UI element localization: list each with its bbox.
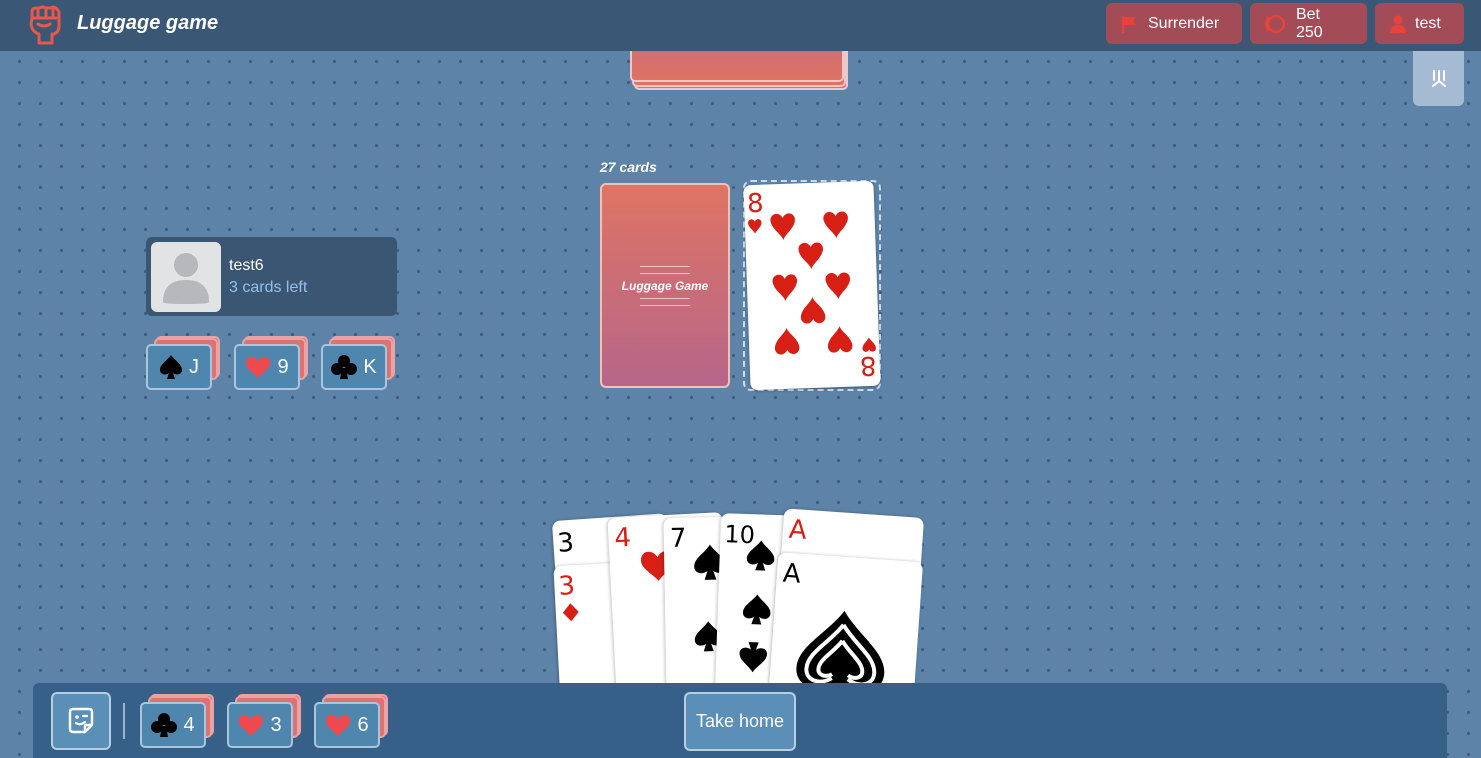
card-rank: 4 <box>613 522 632 554</box>
default-avatar-icon <box>163 253 209 304</box>
user-menu-button[interactable]: test <box>1375 3 1464 44</box>
card-rank: 3 <box>556 527 576 559</box>
spade-icon <box>160 355 182 379</box>
spade-icon <box>746 540 775 571</box>
card-rank: A <box>787 514 808 546</box>
card-rank: 7 <box>669 523 687 554</box>
deck-ornament <box>640 297 690 299</box>
card-face: J <box>146 344 212 390</box>
opponent-panel: test6 3 cards left <box>146 237 397 316</box>
chevron-up-icon <box>1431 69 1446 87</box>
card-face: 6 <box>314 702 380 748</box>
opponent-name: test6 <box>229 257 264 274</box>
spade-icon <box>796 610 885 683</box>
sticker-icon <box>68 707 94 734</box>
card-rank-bottom: 8 <box>859 349 878 381</box>
deck-ornament <box>640 265 690 267</box>
emoji-sticker-button[interactable] <box>51 692 111 750</box>
chip-icon <box>1265 14 1286 33</box>
card-rank: 6 <box>357 713 369 736</box>
heart-icon <box>246 356 271 378</box>
top-bar: Luggage game Surrender Bet 250 test <box>0 0 1481 51</box>
player-open-card[interactable]: 4 <box>140 694 214 748</box>
player-open-card[interactable]: 3 <box>227 694 301 748</box>
deck-ornament <box>640 304 690 306</box>
card-rank: A <box>781 558 802 590</box>
spade-icon <box>739 642 768 673</box>
club-icon <box>151 713 178 737</box>
card-face: K <box>321 344 387 390</box>
card-rank: 3 <box>557 571 576 602</box>
player-hand: 3 3 4 7 10 A A <box>550 505 930 683</box>
draw-pile[interactable]: Luggage Game <box>600 183 730 388</box>
deck-back-label: Luggage Game <box>621 278 709 293</box>
bet-label: Bet 250 <box>1295 5 1323 41</box>
heart-icon <box>326 714 351 736</box>
card-rank: 4 <box>183 713 195 736</box>
surrender-label: Surrender <box>1148 14 1220 32</box>
card-face: 3 <box>227 702 293 748</box>
take-home-button[interactable]: Take home <box>684 692 796 751</box>
opponent-cards-left: 3 cards left <box>229 279 308 296</box>
deck-count: 27 cards <box>600 159 657 175</box>
hand-card[interactable]: A <box>765 552 924 683</box>
opponent-open-card: J <box>146 336 220 390</box>
player-open-card[interactable]: 6 <box>314 694 388 748</box>
app-title: Luggage game <box>77 12 219 34</box>
flag-icon <box>1121 15 1136 33</box>
club-icon <box>331 355 358 379</box>
side-panel-toggle[interactable] <box>1413 51 1464 106</box>
card-rank: 9 <box>277 355 289 378</box>
card-rank: 3 <box>270 713 282 736</box>
divider <box>123 703 125 739</box>
bet-button[interactable]: Bet 250 <box>1250 3 1367 44</box>
deck-ornament <box>640 272 690 274</box>
heart-icon <box>239 714 264 736</box>
opponent-open-card: 9 <box>234 336 308 390</box>
fist-logo-icon <box>29 5 61 45</box>
surrender-button[interactable]: Surrender <box>1106 3 1242 44</box>
bottom-action-bar: 4 3 6 Take home <box>33 683 1447 758</box>
card-rank: K <box>363 355 377 378</box>
spade-icon <box>742 594 771 625</box>
card-rank: J <box>189 355 199 378</box>
avatar <box>151 242 221 312</box>
discard-top-card: 8 8 <box>743 180 881 391</box>
user-icon <box>1390 15 1406 33</box>
user-label: test <box>1415 14 1441 32</box>
opponent-open-card: K <box>321 336 395 390</box>
card-face: 4 <box>140 702 206 748</box>
diamond-icon <box>562 603 579 622</box>
card-face: 9 <box>234 344 300 390</box>
